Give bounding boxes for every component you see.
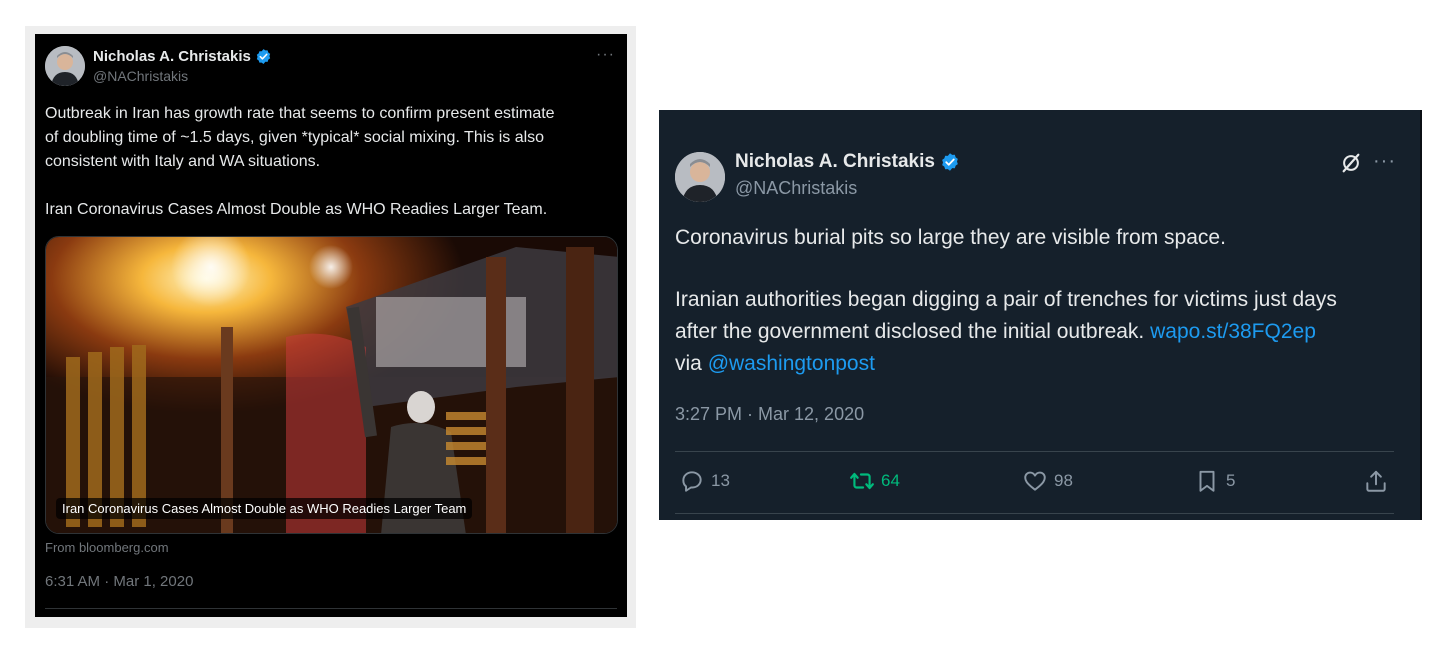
- reply-icon: [682, 471, 702, 492]
- retweet-button[interactable]: 64: [849, 468, 900, 494]
- tweet-text-line: Coronavirus burial pits so large they ar…: [675, 226, 1226, 249]
- action-bar: 13 64 98 5: [659, 468, 1420, 498]
- bookmark-icon: [1199, 470, 1215, 492]
- reply-count: 13: [711, 471, 730, 490]
- author-handle[interactable]: @NAChristakis: [93, 68, 188, 84]
- tweet-text-line: of doubling time of ~1.5 days, given *ty…: [45, 129, 545, 146]
- author-name[interactable]: Nicholas A. Christakis: [735, 151, 960, 173]
- author-name[interactable]: Nicholas A. Christakis: [93, 48, 272, 65]
- retweet-count: 64: [881, 471, 900, 490]
- tweet-text: Outbreak in Iran has growth rate that se…: [45, 102, 620, 222]
- avatar[interactable]: [675, 152, 725, 202]
- retweet-icon: [850, 472, 874, 490]
- right-tweet-card: Nicholas A. Christakis @NAChristakis ···…: [659, 110, 1422, 520]
- mention-link[interactable]: @washingtonpost: [708, 352, 875, 375]
- tweet-text-segment: after the government disclosed the initi…: [675, 320, 1151, 343]
- bookmark-count: 5: [1226, 471, 1236, 490]
- divider: [675, 513, 1394, 514]
- author-name-text[interactable]: Nicholas A. Christakis: [93, 48, 251, 65]
- avatar[interactable]: [45, 46, 85, 86]
- verified-badge-icon: [256, 49, 271, 64]
- tweet-text-line: via @washingtonpost: [675, 348, 1405, 380]
- like-button[interactable]: 98: [1022, 468, 1073, 494]
- author-handle[interactable]: @NAChristakis: [735, 178, 857, 199]
- divider: [675, 451, 1394, 452]
- reply-button[interactable]: 13: [679, 468, 730, 494]
- link-card-image: [46, 237, 617, 533]
- heart-icon: [1024, 471, 1046, 491]
- tweet-headline: Iran Coronavirus Cases Almost Double as …: [45, 201, 548, 218]
- more-options-icon[interactable]: ···: [596, 46, 615, 64]
- tweet-text: Coronavirus burial pits so large they ar…: [675, 222, 1405, 380]
- grok-icon[interactable]: [1340, 152, 1362, 174]
- link-card-caption: Iran Coronavirus Cases Almost Double as …: [56, 498, 473, 519]
- tweet-timestamp[interactable]: 6:31 AM · Mar 1, 2020: [45, 573, 193, 590]
- left-tweet-card: Nicholas A. Christakis @NAChristakis ···…: [35, 34, 627, 617]
- more-options-icon[interactable]: ···: [1373, 150, 1396, 173]
- tweet-timestamp[interactable]: 3:27 PM · Mar 12, 2020: [675, 404, 864, 425]
- share-icon: [1366, 470, 1386, 492]
- share-button[interactable]: [1363, 468, 1395, 494]
- bookmark-button[interactable]: 5: [1194, 468, 1235, 494]
- verified-badge-icon: [942, 153, 958, 171]
- divider: [45, 608, 617, 609]
- tweet-text-line: Iranian authorities began digging a pair…: [675, 288, 1337, 311]
- tweet-text-line: consistent with Italy and WA situations.: [45, 153, 321, 170]
- link-card-source[interactable]: From bloomberg.com: [45, 540, 169, 555]
- tweet-text-line: Outbreak in Iran has growth rate that se…: [45, 105, 555, 122]
- tweet-text-line: after the government disclosed the initi…: [675, 316, 1405, 348]
- tweet-text-segment: via: [675, 352, 708, 375]
- author-name-text[interactable]: Nicholas A. Christakis: [735, 151, 935, 173]
- like-count: 98: [1054, 471, 1073, 490]
- link-card[interactable]: Iran Coronavirus Cases Almost Double as …: [45, 236, 618, 534]
- tweet-link[interactable]: wapo.st/38FQ2ep: [1150, 320, 1316, 343]
